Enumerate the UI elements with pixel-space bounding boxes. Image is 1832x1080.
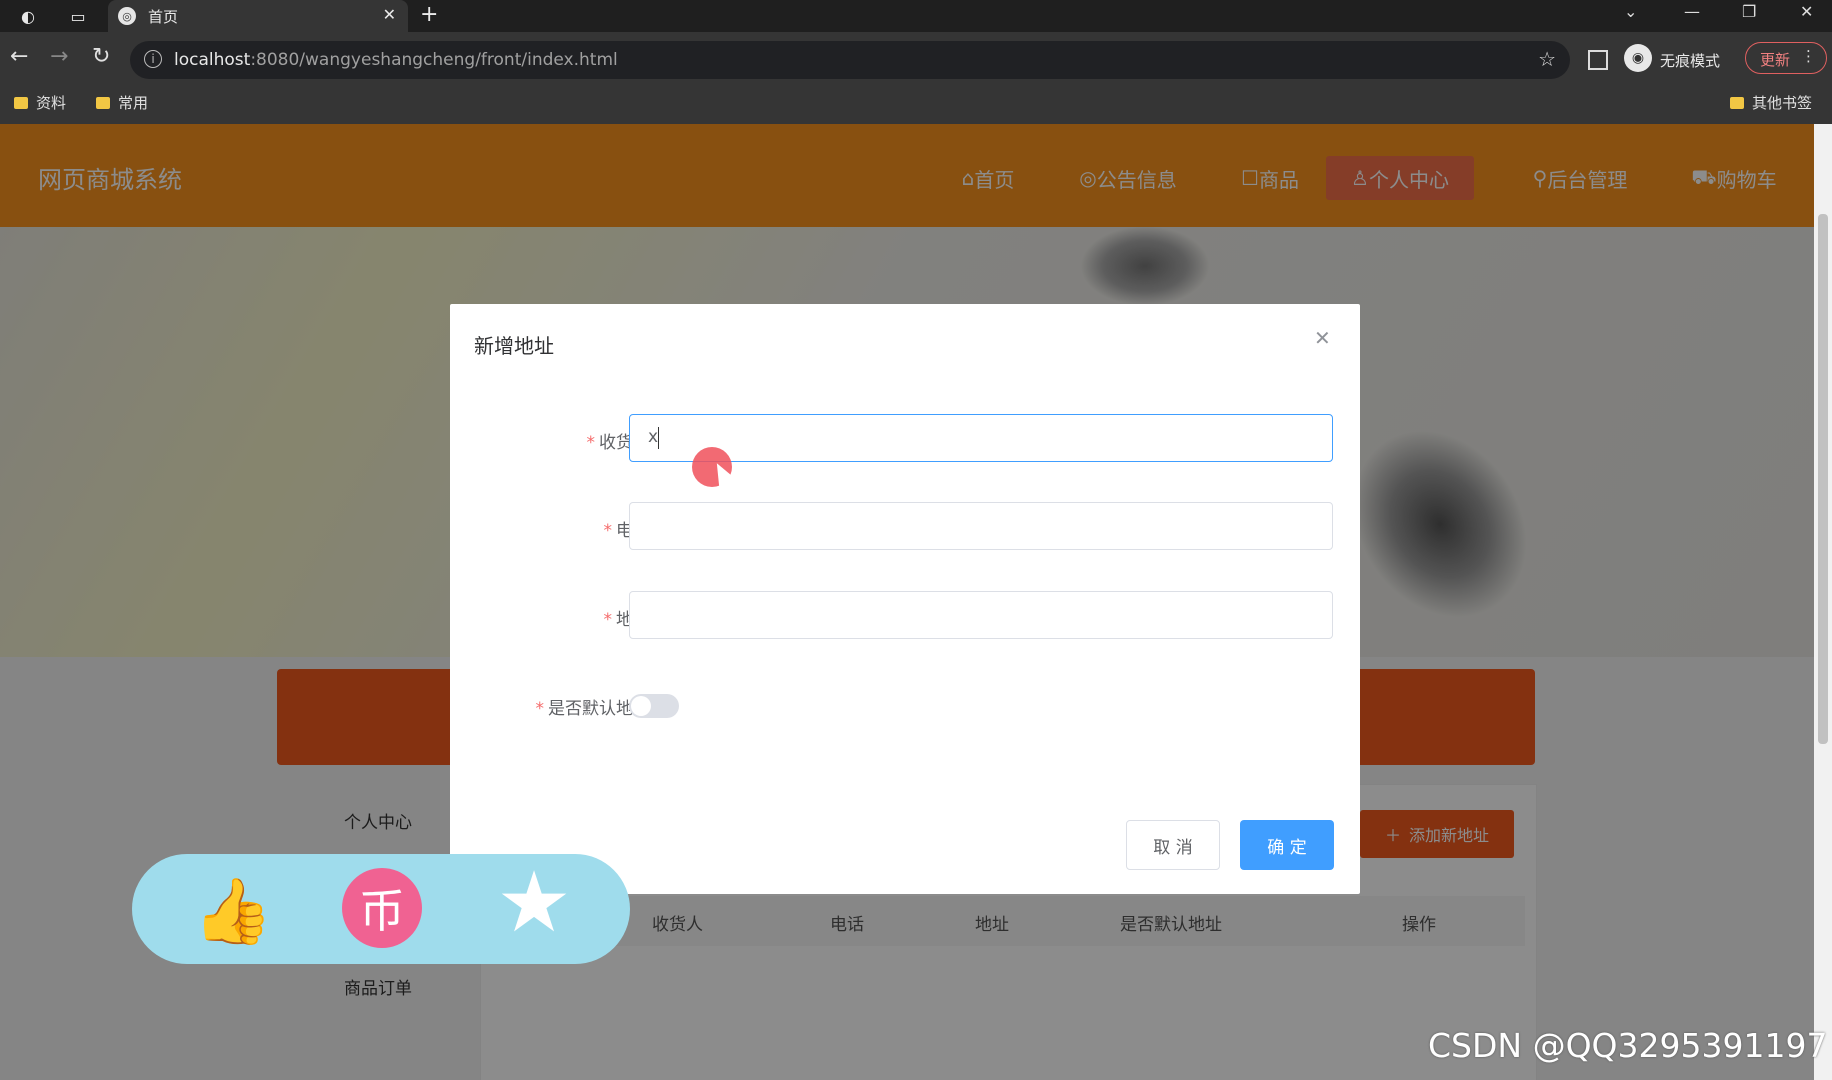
cancel-button[interactable]: 取 消: [1126, 820, 1220, 870]
more-icon: ⋮: [1801, 47, 1816, 65]
confirm-button[interactable]: 确 定: [1240, 820, 1334, 870]
phone-input[interactable]: [629, 502, 1333, 550]
address-bar[interactable]: i localhost:8080/wangyeshangcheng/front/…: [130, 41, 1570, 79]
restore-icon[interactable]: ❐: [1742, 2, 1756, 21]
new-address-dialog: 新增地址 ✕ *收货人 x *电话 *地址 *是否默认地址 取 消 确 定: [450, 304, 1360, 894]
bookmark-folder-changyong[interactable]: 常用: [96, 92, 148, 113]
close-window-icon[interactable]: ✕: [1800, 2, 1813, 21]
close-tab-icon[interactable]: ✕: [383, 5, 396, 24]
tab-title: 首页: [148, 8, 179, 26]
watermark: CSDN @QQ3295391197: [1428, 1026, 1828, 1065]
thumbs-up-icon[interactable]: 👍: [193, 874, 273, 949]
chrome-menu-icon[interactable]: ◐: [16, 4, 40, 28]
forward-icon[interactable]: →: [50, 44, 68, 69]
tab-list-icon[interactable]: ⌄: [1624, 2, 1637, 21]
incognito-label: 无痕模式: [1660, 52, 1721, 70]
url-text: localhost:8080/wangyeshangcheng/front/in…: [174, 50, 618, 70]
info-icon[interactable]: i: [144, 50, 162, 68]
receiver-input[interactable]: x: [629, 414, 1333, 462]
folder-icon: [14, 96, 28, 109]
folder-icon: [1730, 96, 1744, 109]
bookmark-star-icon[interactable]: ☆: [1538, 47, 1556, 71]
globe-icon: ◎: [118, 7, 136, 25]
default-address-switch[interactable]: [629, 694, 679, 718]
back-icon[interactable]: ←: [10, 44, 28, 69]
coin-icon[interactable]: 币: [342, 868, 422, 948]
minimize-icon[interactable]: —: [1684, 2, 1700, 21]
reaction-bubble: 👍 币 ★: [132, 854, 630, 964]
update-button[interactable]: 更新 ⋮: [1745, 42, 1827, 74]
page-scrollbar[interactable]: [1814, 124, 1832, 1080]
dialog-title: 新增地址: [474, 334, 554, 358]
star-icon[interactable]: ★: [492, 860, 576, 944]
folder-icon: [96, 96, 110, 109]
close-icon[interactable]: ✕: [1314, 326, 1331, 350]
address-input[interactable]: [629, 591, 1333, 639]
tab-search-icon[interactable]: ▭: [66, 4, 90, 28]
browser-tab[interactable]: ◎ 首页 ✕: [108, 0, 408, 32]
reload-icon[interactable]: ↻: [92, 44, 110, 69]
side-panel-icon[interactable]: [1588, 50, 1608, 70]
bookmarks-bar: [0, 88, 1832, 124]
bookmark-folder-ziliao[interactable]: 资料: [14, 92, 66, 113]
incognito-icon: ◉: [1624, 44, 1652, 72]
other-bookmarks[interactable]: 其他书签: [1730, 92, 1812, 113]
new-tab-button[interactable]: +: [420, 2, 438, 27]
